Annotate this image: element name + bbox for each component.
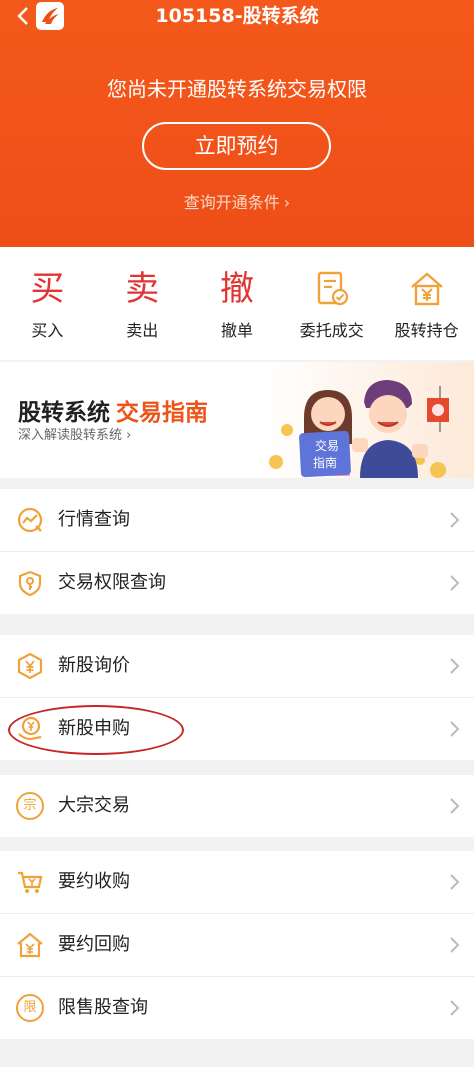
yen-house-icon <box>17 932 43 958</box>
menu-group-block: 宗 大宗交易 <box>0 775 474 837</box>
quick-cancel-label: 撤单 <box>220 321 253 340</box>
chevron-right-icon <box>450 721 460 737</box>
banner-subtitle: 深入解读股转系统 › <box>18 424 131 443</box>
yen-hand-icon <box>18 716 42 741</box>
menu-group-ipo: 新股询价 新股申购 <box>0 635 474 760</box>
quick-actions: 买 买入 卖 卖出 撤 撤单 委托成交 股转持仓 <box>0 247 474 360</box>
quick-sell[interactable]: 卖 卖出 <box>95 247 190 360</box>
guide-card-line1: 交易 <box>315 438 339 453</box>
trading-guide-banner[interactable]: 股转系统 交易指南 深入解读股转系统 › 交易 指南 <box>0 362 474 478</box>
quick-orders[interactable]: 委托成交 <box>284 247 379 360</box>
chevron-right-icon <box>450 1000 460 1016</box>
yen-cart-icon <box>18 871 43 893</box>
condition-link[interactable]: 查询开通条件 › <box>0 192 474 214</box>
chevron-right-icon <box>450 937 460 953</box>
menu-label: 交易权限查询 <box>58 572 166 593</box>
menu-item-restricted-shares[interactable]: 限 限售股查询 <box>0 977 474 1039</box>
xian-glyph: 限 <box>23 1000 37 1015</box>
shield-key-icon <box>18 570 42 597</box>
quick-orders-label: 委托成交 <box>299 321 364 340</box>
menu-label: 大宗交易 <box>58 795 130 816</box>
chevron-right-icon <box>450 658 460 674</box>
banner-subtitle-text: 深入解读股转系统 <box>18 428 123 443</box>
page-title: 105158-股转系统 <box>155 5 319 27</box>
quick-buy-label: 买入 <box>31 321 64 340</box>
xian-circle-icon: 限 <box>16 994 44 1022</box>
menu-label: 新股申购 <box>58 718 130 739</box>
chevron-right-icon <box>450 512 460 528</box>
menu-item-block-trade[interactable]: 宗 大宗交易 <box>0 775 474 837</box>
zong-glyph: 宗 <box>23 798 37 813</box>
menu-label: 新股询价 <box>58 655 130 676</box>
header: 105158-股转系统 您尚未开通股转系统交易权限 立即预约 查询开通条件 › <box>0 0 474 247</box>
quick-cancel[interactable]: 撤 撤单 <box>190 247 285 360</box>
menu-label: 行情查询 <box>58 509 130 530</box>
menu-item-market-quote[interactable]: 行情查询 <box>0 489 474 552</box>
menu-label: 要约回购 <box>58 934 130 955</box>
guide-card-line2: 指南 <box>313 455 337 470</box>
menu-item-ipo-subscribe[interactable]: 新股申购 <box>0 698 474 760</box>
quick-holdings-label: 股转持仓 <box>394 321 459 340</box>
quick-sell-label: 卖出 <box>126 321 159 340</box>
menu-item-tender-offer[interactable]: 要约收购 <box>0 851 474 914</box>
house-yen-icon <box>379 269 474 309</box>
chevron-right-icon: › <box>283 193 291 212</box>
chevron-right-icon <box>450 798 460 814</box>
quick-buy[interactable]: 买 买入 <box>0 247 95 360</box>
chevron-right-icon <box>450 874 460 890</box>
banner-title-highlight: 交易指南 <box>116 400 208 426</box>
menu-label: 限售股查询 <box>58 997 148 1018</box>
banner-illustration: 交易 指南 <box>269 380 449 478</box>
chevron-right-icon: › <box>126 428 132 443</box>
quick-holdings[interactable]: 股转持仓 <box>379 247 474 360</box>
banner-title: 股转系统 交易指南 <box>18 393 208 427</box>
menu-label: 要约收购 <box>58 871 130 892</box>
zong-circle-icon: 宗 <box>16 792 44 820</box>
condition-link-label: 查询开通条件 <box>183 193 280 212</box>
menu-group-market: 行情查询 交易权限查询 <box>0 489 474 614</box>
chevron-right-icon <box>450 575 460 591</box>
permission-notice: 您尚未开通股转系统交易权限 <box>107 77 367 101</box>
yen-hexagon-icon <box>17 652 43 680</box>
cancel-order-icon: 撤 <box>219 269 254 309</box>
sell-icon: 卖 <box>125 269 160 309</box>
reserve-button[interactable]: 立即预约 <box>142 122 331 170</box>
menu-item-tender-buyback[interactable]: 要约回购 <box>0 914 474 977</box>
menu-group-tender: 要约收购 要约回购 限 限售股查询 <box>0 851 474 1039</box>
market-chart-icon <box>17 507 43 533</box>
banner-title-main: 股转系统 <box>18 400 110 426</box>
buy-icon: 买 <box>30 269 65 309</box>
menu-item-permission-query[interactable]: 交易权限查询 <box>0 552 474 614</box>
receipt-check-icon <box>284 269 379 309</box>
menu-item-ipo-inquiry[interactable]: 新股询价 <box>0 635 474 698</box>
